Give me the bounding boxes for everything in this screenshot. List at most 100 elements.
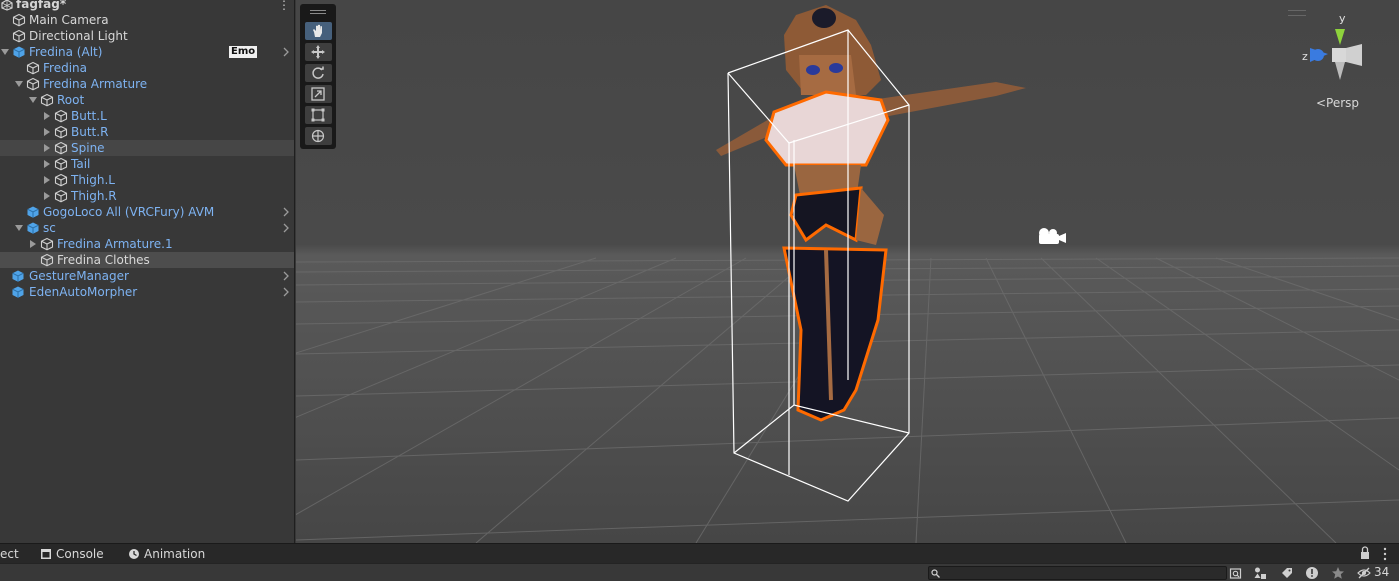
hierarchy-item-main-camera[interactable]: Main Camera — [0, 12, 294, 28]
rect-tool-button[interactable] — [305, 106, 332, 124]
hierarchy-item-butt-r[interactable]: Butt.R — [0, 124, 294, 140]
scene-view[interactable]: y z <Persp — [296, 0, 1399, 543]
hierarchy-item-sc[interactable]: sc — [0, 220, 294, 236]
lock-icon[interactable] — [1361, 546, 1369, 559]
tab-project-label: ect — [0, 547, 19, 561]
project-search-input[interactable] — [928, 566, 1227, 580]
hierarchy-item-label: sc — [43, 221, 56, 235]
gameobject-icon — [26, 77, 40, 91]
tab-project[interactable]: ect — [0, 544, 30, 564]
gameobject-icon — [54, 141, 68, 155]
hierarchy-item-directional-light[interactable]: Directional Light — [0, 28, 294, 44]
expand-arrow-right-icon[interactable] — [42, 175, 52, 185]
tab-animation[interactable]: Animation — [128, 544, 208, 564]
gizmo-y-cone — [1335, 29, 1345, 45]
hierarchy-item-fredina-armature-1[interactable]: Fredina Armature.1 — [0, 236, 294, 252]
chevron-right-icon[interactable] — [282, 206, 290, 218]
hierarchy-item-thigh-l[interactable]: Thigh.L — [0, 172, 294, 188]
bottom-tab-bar: ect Console Animation — [0, 543, 1399, 563]
hierarchy-item-label: Fredina Clothes — [57, 253, 150, 267]
prefab-icon — [27, 222, 39, 234]
expand-arrow-down-icon[interactable] — [14, 79, 24, 89]
expand-arrow-right-icon[interactable] — [42, 159, 52, 169]
hand-icon — [313, 24, 322, 37]
expand-arrow-right-icon[interactable] — [28, 239, 38, 249]
tab-console[interactable]: Console — [40, 544, 112, 564]
chevron-right-icon[interactable] — [282, 286, 290, 298]
hierarchy-item-thigh-r[interactable]: Thigh.R — [0, 188, 294, 204]
animation-icon — [129, 549, 139, 559]
expand-arrow-right-icon[interactable] — [42, 111, 52, 121]
chevron-right-icon[interactable] — [282, 46, 290, 58]
hand-tool-button[interactable] — [305, 22, 332, 40]
prefab-icon — [27, 206, 39, 218]
scene-header[interactable]: fagfag* ⋮ — [0, 0, 294, 12]
favorite-star-icon[interactable] — [1331, 566, 1345, 580]
expand-arrow-down-icon[interactable] — [0, 47, 10, 57]
rect-transform-icon — [311, 108, 325, 122]
expand-arrow-right-icon[interactable] — [42, 127, 52, 137]
hidden-packages-icon[interactable] — [1357, 566, 1371, 580]
hierarchy-item-fredina-alt[interactable]: Fredina (Alt) Emo — [0, 44, 294, 60]
hierarchy-item-label: Butt.L — [71, 109, 107, 123]
hierarchy-panel: fagfag* ⋮ Main Camera Directional Light … — [0, 0, 295, 543]
hierarchy-item-gesture-manager[interactable]: GestureManager — [0, 268, 294, 284]
gizmo-x-neg-cone — [1346, 44, 1362, 66]
console-icon — [41, 549, 51, 559]
search-in-scene-icon[interactable] — [1229, 566, 1243, 580]
expand-arrow-right-icon[interactable] — [42, 143, 52, 153]
tab-console-label: Console — [56, 547, 104, 561]
hierarchy-item-root[interactable]: Root — [0, 92, 294, 108]
projection-toggle[interactable]: <Persp — [1316, 96, 1359, 110]
gameobject-icon — [54, 173, 68, 187]
gameobject-icon — [12, 13, 26, 27]
panel-menu-icon[interactable] — [1383, 547, 1387, 561]
transform-tool-button[interactable] — [305, 127, 332, 145]
hierarchy-item-label: Fredina (Alt) — [29, 45, 103, 59]
project-toolbar: 34 — [0, 563, 1399, 581]
hierarchy-item-fredina-clothes[interactable]: Fredina Clothes — [0, 252, 294, 268]
scale-tool-button[interactable] — [305, 85, 332, 103]
camera-gizmo-icon[interactable] — [1036, 225, 1068, 247]
hierarchy-item-eden-auto-morpher[interactable]: EdenAutoMorpher — [0, 284, 294, 300]
expand-arrow-down-icon[interactable] — [28, 95, 38, 105]
hierarchy-item-label: Fredina Armature — [43, 77, 148, 91]
filter-by-type-icon[interactable] — [1253, 566, 1267, 580]
hierarchy-item-butt-l[interactable]: Butt.L — [0, 108, 294, 124]
gizmo-y-neg-cone — [1335, 62, 1345, 80]
expand-arrow-down-icon[interactable] — [14, 223, 24, 233]
tool-palette — [300, 4, 336, 149]
gameobject-icon — [54, 189, 68, 203]
gameobject-icon — [54, 109, 68, 123]
tab-bar-controls — [1361, 546, 1387, 561]
transform-icon — [311, 129, 325, 143]
hierarchy-item-label: Tail — [71, 157, 91, 171]
chevron-right-icon[interactable] — [282, 222, 290, 234]
hierarchy-item-spine[interactable]: Spine — [0, 140, 294, 156]
search-icon — [931, 569, 940, 578]
hierarchy-item-label: Fredina — [43, 61, 87, 75]
gameobject-icon — [12, 29, 26, 43]
prefab-icon — [13, 46, 25, 58]
tab-animation-label: Animation — [144, 547, 206, 561]
scene-viewport[interactable] — [296, 0, 1399, 543]
filter-by-label-icon[interactable] — [1280, 566, 1294, 580]
rotate-tool-button[interactable] — [305, 64, 332, 82]
hierarchy-item-tail[interactable]: Tail — [0, 156, 294, 172]
hierarchy-item-label: Thigh.R — [71, 189, 117, 203]
hierarchy-item-gogoloco[interactable]: GogoLoco All (VRCFury) AVM — [0, 204, 294, 220]
scene-name: fagfag* — [16, 0, 67, 11]
hierarchy-item-label: Spine — [71, 141, 105, 155]
orientation-gizmo[interactable]: y z — [1300, 8, 1390, 88]
rotate-icon — [312, 66, 324, 79]
expand-arrow-right-icon[interactable] — [42, 191, 52, 201]
move-tool-button[interactable] — [305, 43, 332, 61]
hierarchy-item-fredina[interactable]: Fredina — [0, 60, 294, 76]
scene-menu-icon[interactable]: ⋮ — [278, 0, 290, 12]
gizmo-y-label: y — [1339, 12, 1346, 25]
tool-palette-grip-icon[interactable] — [310, 10, 326, 14]
hierarchy-item-label: Main Camera — [29, 13, 109, 27]
log-types-icon[interactable] — [1305, 566, 1319, 580]
hierarchy-item-fredina-armature[interactable]: Fredina Armature — [0, 76, 294, 92]
chevron-right-icon[interactable] — [282, 270, 290, 282]
